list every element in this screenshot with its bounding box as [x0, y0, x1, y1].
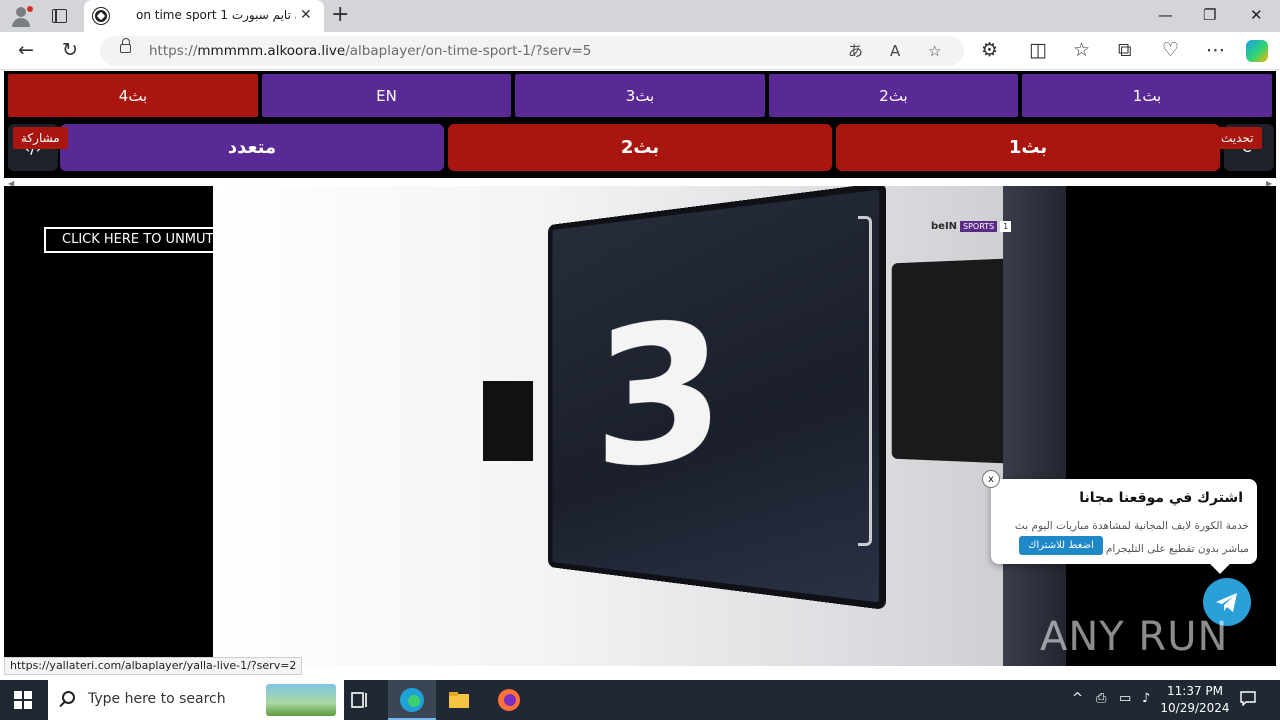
- server-selector-panel: بث4 EN بث3 بث2 بث1 ‹/› متعدد بث2 بث1 ⟳ م…: [4, 71, 1276, 178]
- split-screen-icon[interactable]: ◫: [1029, 39, 1047, 61]
- countdown-digit: 3: [593, 279, 726, 512]
- multi-stream-button[interactable]: متعدد: [60, 124, 444, 171]
- system-clock[interactable]: 11:37 PM 10/29/2024: [1160, 683, 1230, 717]
- browser-tab-strip: on time sport 1 اون تايم سبورت ✕ + — ❐ ✕: [0, 0, 1280, 32]
- popup-close-icon[interactable]: x: [982, 470, 1000, 488]
- search-highlight-image[interactable]: [266, 684, 336, 716]
- url-text[interactable]: https://mmmmm.alkoora.live/albaplayer/on…: [149, 43, 591, 59]
- unmute-button[interactable]: CLICK HERE TO UNMUTE: [44, 227, 234, 253]
- soccer-ball-icon: [93, 8, 109, 24]
- browser-essentials-icon[interactable]: ♡: [1162, 39, 1179, 61]
- video-player[interactable]: CLICK HERE TO UNMUTE 3 beIN SPORTS 1: [4, 186, 1276, 666]
- notification-icon[interactable]: [1240, 690, 1256, 712]
- server-button-1[interactable]: بث1: [1022, 74, 1272, 117]
- read-aloud-icon[interactable]: A: [890, 42, 900, 60]
- back-arrow-icon[interactable]: ←: [18, 39, 34, 61]
- browser-toolbar: ← ↻ https://mmmmm.alkoora.live/albaplaye…: [0, 32, 1280, 70]
- window-close-button[interactable]: ✕: [1250, 6, 1263, 24]
- address-bar[interactable]: https://mmmmm.alkoora.live/albaplayer/on…: [100, 36, 964, 66]
- search-icon: [62, 691, 75, 704]
- lock-icon[interactable]: [120, 38, 131, 53]
- search-placeholder[interactable]: Type here to search: [88, 691, 226, 707]
- refresh-label[interactable]: تحديث: [1213, 127, 1262, 149]
- windows-taskbar: Type here to search ^ ⎙ ▭ ♪ 11:37 PM 10/…: [0, 680, 1280, 720]
- anyrun-watermark: ANY RUN: [1040, 614, 1229, 660]
- server-button-3[interactable]: بث3: [515, 74, 765, 117]
- new-tab-button[interactable]: +: [331, 4, 349, 26]
- subscribe-button[interactable]: اضغط للاشتراك: [1019, 536, 1103, 555]
- volume-icon[interactable]: ♪: [1142, 690, 1150, 708]
- favorite-star-icon[interactable]: ☆: [928, 42, 941, 60]
- web-page: بث4 EN بث3 بث2 بث1 ‹/› متعدد بث2 بث1 ⟳ م…: [0, 70, 1280, 680]
- stream-1-button[interactable]: بث1: [836, 124, 1220, 171]
- tab-close-icon[interactable]: ✕: [300, 7, 312, 23]
- windows-start-icon[interactable]: [14, 691, 32, 709]
- copilot-icon[interactable]: [1246, 40, 1268, 62]
- more-menu-icon[interactable]: ⋯: [1206, 39, 1225, 61]
- video-frame[interactable]: 3 beIN SPORTS 1: [213, 186, 1066, 666]
- share-label[interactable]: مشاركة: [13, 127, 68, 149]
- firefox-icon[interactable]: [497, 688, 521, 712]
- network-icon[interactable]: ▭: [1119, 690, 1131, 708]
- taskbar-search[interactable]: Type here to search: [48, 680, 344, 720]
- stream-2-button[interactable]: بث2: [448, 124, 832, 171]
- favorites-icon[interactable]: ☆: [1073, 39, 1090, 61]
- tab-actions-icon[interactable]: [52, 9, 67, 23]
- minimize-button[interactable]: —: [1158, 6, 1173, 24]
- edge-taskbar-button[interactable]: [388, 680, 436, 720]
- server-button-en[interactable]: EN: [262, 74, 511, 117]
- refresh-icon[interactable]: ↻: [62, 39, 78, 61]
- profile-icon[interactable]: [10, 5, 34, 27]
- extensions-icon[interactable]: ⚙: [981, 39, 998, 61]
- collections-icon[interactable]: ⧉: [1118, 39, 1132, 61]
- translate-icon[interactable]: あ: [848, 42, 863, 60]
- status-bar-link: https://yallateri.com/albaplayer/yalla-l…: [4, 657, 303, 675]
- server-button-4[interactable]: بث4: [8, 74, 258, 117]
- task-view-icon[interactable]: [349, 688, 373, 712]
- clock-time: 11:37 PM: [1167, 684, 1223, 698]
- maximize-button[interactable]: ❐: [1203, 6, 1216, 24]
- tray-overflow-icon[interactable]: ^: [1072, 690, 1083, 708]
- subscribe-popup: اشترك في موقعنا مجانا خدمة الكورة لايف ا…: [991, 479, 1257, 564]
- tab-title: on time sport 1 اون تايم سبورت: [136, 8, 296, 22]
- channel-logo: beIN SPORTS 1: [931, 219, 1012, 233]
- popup-title: اشترك في موقعنا مجانا: [1079, 490, 1243, 506]
- clock-date: 10/29/2024: [1160, 701, 1230, 715]
- file-explorer-icon[interactable]: [447, 688, 471, 712]
- browser-tab-active[interactable]: on time sport 1 اون تايم سبورت ✕: [84, 0, 324, 32]
- server-button-2[interactable]: بث2: [769, 74, 1018, 117]
- device-icon[interactable]: ⎙: [1096, 690, 1106, 708]
